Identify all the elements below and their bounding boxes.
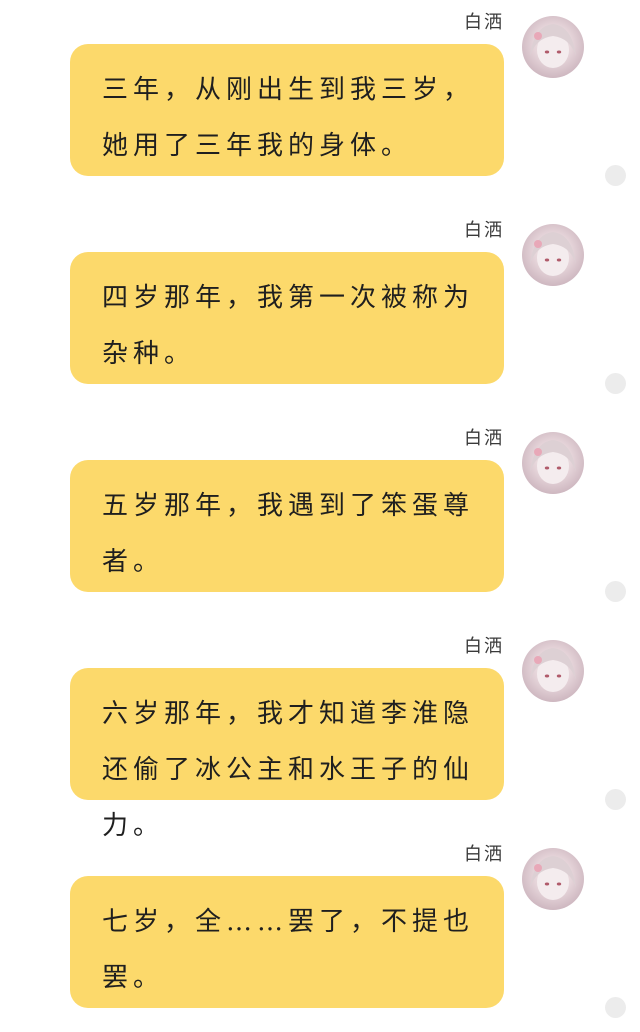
chat-message: 白洒 四岁那年，我第一次被称为杂种。 (0, 208, 640, 408)
message-text: 五岁那年，我遇到了笨蛋尊者。 (102, 491, 475, 577)
message-bubble[interactable]: 五岁那年，我遇到了笨蛋尊者。 (70, 460, 504, 592)
message-bubble[interactable]: 三年，从刚出生到我三岁，她用了三年我的身体。 (70, 44, 504, 176)
avatar-image-icon (530, 440, 576, 484)
chat-message: 白洒 六岁那年，我才知道李淮隐还偷了冰公主和水王子的仙力。 (0, 624, 640, 841)
avatar[interactable] (522, 16, 584, 78)
avatar[interactable] (522, 432, 584, 494)
chat-message: 白洒 三年，从刚出生到我三岁，她用了三年我的身体。 (0, 0, 640, 200)
status-dot-icon (605, 997, 626, 1018)
status-dot-icon (605, 581, 626, 602)
avatar-image-icon (530, 856, 576, 900)
chat-message: 白洒 五岁那年，我遇到了笨蛋尊者。 (0, 416, 640, 616)
message-text: 六岁那年，我才知道李淮隐还偷了冰公主和水王子的仙力。 (102, 699, 475, 841)
avatar[interactable] (522, 640, 584, 702)
avatar-image-icon (530, 648, 576, 692)
sender-name: 白洒 (464, 636, 504, 657)
status-dot-icon (605, 373, 626, 394)
avatar[interactable] (522, 848, 584, 910)
message-bubble[interactable]: 七岁，全……罢了，不提也罢。 (70, 876, 504, 1008)
message-bubble[interactable]: 四岁那年，我第一次被称为杂种。 (70, 252, 504, 384)
sender-name: 白洒 (464, 844, 504, 865)
message-text: 四岁那年，我第一次被称为杂种。 (102, 283, 475, 369)
avatar[interactable] (522, 224, 584, 286)
status-dot-icon (605, 789, 626, 810)
message-text: 三年，从刚出生到我三岁，她用了三年我的身体。 (102, 75, 475, 161)
sender-name: 白洒 (464, 220, 504, 241)
avatar-image-icon (530, 24, 576, 68)
avatar-image-icon (530, 232, 576, 276)
sender-name: 白洒 (464, 428, 504, 449)
message-bubble[interactable]: 六岁那年，我才知道李淮隐还偷了冰公主和水王子的仙力。 (70, 668, 504, 841)
chat-message: 白洒 七岁，全……罢了，不提也罢。 (0, 832, 640, 1032)
sender-name: 白洒 (464, 12, 504, 33)
message-text: 七岁，全……罢了，不提也罢。 (102, 907, 475, 993)
status-dot-icon (605, 165, 626, 186)
